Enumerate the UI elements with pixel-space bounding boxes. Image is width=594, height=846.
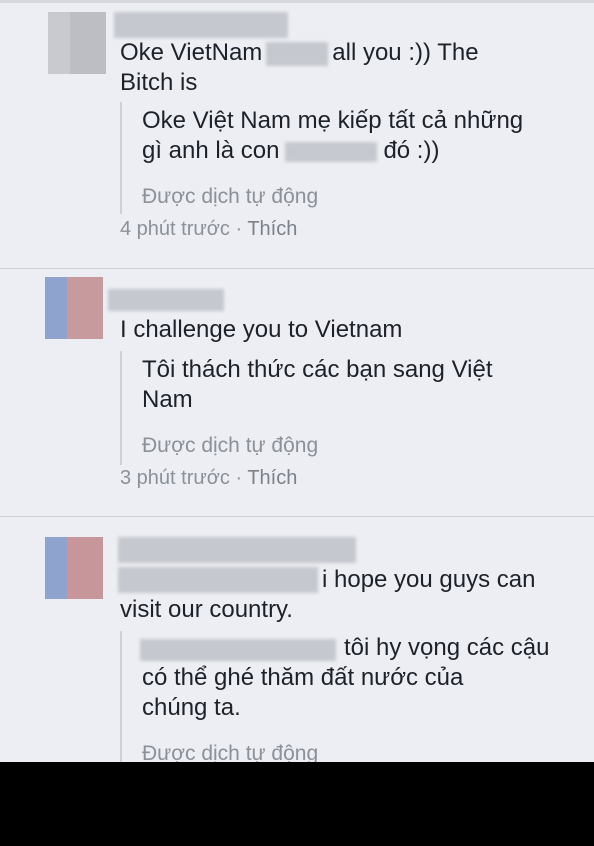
- blurred-word: [285, 141, 378, 162]
- comment-text: i hope you guys can: [322, 566, 536, 593]
- translation-text: chúng ta.: [142, 694, 241, 721]
- avatar-part: [45, 277, 67, 339]
- avatar-part: [67, 537, 103, 599]
- translation-text: Nam: [142, 386, 193, 413]
- translation-text: Oke Việt Nam mẹ kiếp tất cả những: [142, 107, 524, 134]
- translation-block: Tôi thách thức các bạn sang Việt Nam Đượ…: [120, 351, 493, 465]
- auto-translated-label[interactable]: Được dịch tự động: [142, 433, 318, 459]
- avatar-part: [45, 537, 67, 599]
- comments-screen: Oke VietNam all you :)) The Bitch is Oke …: [0, 0, 594, 762]
- comment-text: Oke VietNam all you :)) The: [120, 38, 479, 68]
- translation-block: Oke Việt Nam mẹ kiếp tất cả những gì anh…: [120, 102, 523, 214]
- like-link[interactable]: Thích: [247, 467, 297, 489]
- timestamp[interactable]: 3 phút trước: [120, 467, 230, 489]
- comment-text-line: Bitch is: [120, 69, 198, 96]
- translation-block: tôi hy vọng các cậu có thể ghé thăm đất …: [120, 631, 549, 762]
- blurred-author-name[interactable]: [118, 567, 318, 593]
- avatar-part: [67, 277, 103, 339]
- meta-separator: ·: [229, 218, 248, 240]
- blurred-author-name[interactable]: [108, 289, 224, 311]
- avatar-part: [48, 12, 70, 74]
- translation-text-part: gì anh là con: [142, 137, 280, 164]
- like-link[interactable]: Thích: [247, 218, 297, 240]
- meta-separator: ·: [229, 467, 248, 489]
- comment-meta: 3 phút trước · Thích: [120, 465, 297, 491]
- translation-text: gì anh là con đó :)): [142, 136, 439, 166]
- avatar-part: [70, 12, 106, 74]
- comment-text: I challenge you to Vietnam: [120, 316, 403, 343]
- timestamp[interactable]: 4 phút trước: [120, 218, 230, 240]
- translation-text-part: đó :)): [383, 137, 440, 164]
- comment-item: I challenge you to Vietnam Tôi thách thứ…: [0, 269, 594, 516]
- comment-text-line: visit our country.: [120, 596, 293, 623]
- comment-item: Oke VietNam all you :)) The Bitch is Oke …: [0, 0, 594, 268]
- auto-translated-label[interactable]: Được dịch tự động: [142, 741, 318, 762]
- avatar[interactable]: [45, 537, 103, 599]
- blurred-author-name[interactable]: [118, 537, 356, 563]
- comment-text-part: Oke VietNam: [120, 39, 263, 66]
- avatar[interactable]: [45, 277, 103, 339]
- comment-item: i hope you guys can visit our country. t…: [0, 517, 594, 762]
- comment-meta: 4 phút trước · Thích: [120, 216, 297, 242]
- comment-text-part: all you :)) The: [332, 39, 479, 66]
- blurred-word: [266, 41, 329, 66]
- auto-translated-label[interactable]: Được dịch tự động: [142, 184, 318, 210]
- blurred-author-name[interactable]: [114, 12, 288, 38]
- translation-text: tôi hy vọng các cậu: [344, 634, 550, 661]
- translation-text: Tôi thách thức các bạn sang Việt: [142, 356, 493, 383]
- translation-text: có thể ghé thăm đất nước của: [142, 664, 464, 691]
- blurred-author-name[interactable]: [140, 639, 336, 661]
- avatar[interactable]: [48, 12, 106, 74]
